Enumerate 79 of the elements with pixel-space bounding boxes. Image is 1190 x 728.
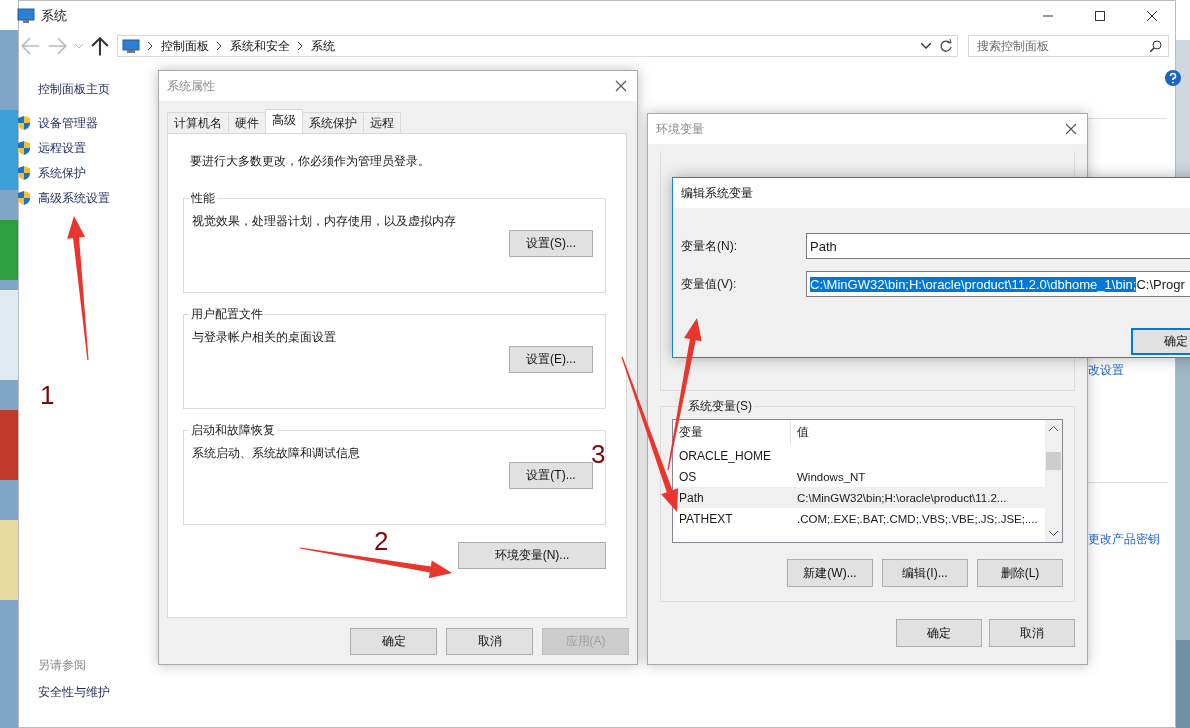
notice-text: 要进行大多数更改，你必须作为管理员登录。	[190, 153, 431, 170]
variable-value: C:\MinGW32\bin;H:\oracle\product\11.2...	[796, 491, 1007, 504]
chevron-icon	[297, 42, 303, 50]
chevron-icon	[147, 42, 153, 50]
dialog-title: 环境变量	[656, 120, 704, 138]
sidebar-link[interactable]: 控制面板主页	[38, 81, 110, 98]
action-button[interactable]: 编辑(I)...	[882, 559, 968, 587]
computer-icon	[17, 8, 35, 24]
name-field[interactable]: Path	[806, 233, 1190, 259]
action-button[interactable]: 新建(W)...	[787, 559, 873, 587]
list-row[interactable]: PATHEXT .COM;.EXE;.BAT;.CMD;.VBS;.VBE;.JS;.JSE;....	[673, 508, 1045, 529]
search-field[interactable]: 搜索控制面板	[967, 35, 1169, 57]
dialog-title: 编辑系统变量	[681, 184, 753, 202]
group-description: 视觉效果，处理器计划，内存使用，以及虚拟内存	[192, 213, 457, 230]
list-row[interactable]: ORACLE_HOME	[673, 445, 1045, 466]
window-title: 系统	[41, 7, 67, 25]
environment-variables-button[interactable]: 环境变量(N)...	[458, 542, 606, 569]
scroll-up-icon[interactable]	[1049, 426, 1058, 431]
step-number: 3	[591, 439, 606, 470]
chevron-icon	[216, 42, 222, 50]
dialog-button[interactable]: 取消	[989, 619, 1075, 647]
variable-name: Path	[678, 490, 705, 505]
sidebar-link[interactable]: 设备管理器	[38, 114, 98, 132]
scrollbar[interactable]	[1045, 420, 1062, 542]
list-row[interactable]: Path C:\MinGW32\bin;H:\oracle\product\11.2...	[673, 487, 1045, 508]
dropdown-caret-icon[interactable]	[920, 43, 931, 49]
breadcrumb-item[interactable]: 系统	[310, 37, 335, 55]
settings-button[interactable]: 设置(E)...	[509, 346, 593, 373]
group-title: 启动和故障恢复	[190, 422, 276, 439]
variable-name: PATHEXT	[678, 511, 734, 526]
refresh-icon[interactable]	[938, 39, 953, 53]
section-heading: 另请参阅	[38, 657, 87, 674]
variable-value: .COM;.EXE;.BAT;.CMD;.VBS;.VBE;.JS;.JSE;....	[796, 512, 1038, 525]
list-row[interactable]: OS Windows_NT	[673, 466, 1045, 487]
scrollbar-thumb[interactable]	[1046, 452, 1061, 470]
group-description: 与登录帐户相关的桌面设置	[192, 329, 337, 346]
value-field[interactable]: C:\MinGW32\bin;H:\oracle\product\11.2.0\dbhome_1\bin;C:\Progr	[806, 271, 1190, 297]
address-bar[interactable]: 控制面板 系统和安全 系统	[116, 35, 958, 57]
sidebar-link[interactable]: 安全性与维护	[38, 684, 179, 701]
dialog-button[interactable]: 取消	[446, 628, 533, 655]
scroll-down-icon[interactable]	[1049, 531, 1058, 536]
close-icon[interactable]	[615, 80, 627, 92]
ok-button[interactable]: 确定	[1131, 328, 1190, 355]
dialog-button[interactable]: 确定	[896, 619, 982, 647]
shield-icon	[16, 140, 32, 156]
variable-name: OS	[678, 469, 698, 484]
breadcrumb-item[interactable]: 控制面板	[160, 37, 209, 55]
shield-icon	[16, 115, 32, 131]
tab[interactable]: 计算机名	[167, 112, 229, 133]
computer-icon	[121, 38, 140, 54]
column-header[interactable]: 值	[791, 425, 809, 440]
product-key-link[interactable]: 更改产品密钥	[1088, 531, 1175, 548]
field-label: 变量值(V):	[681, 275, 738, 293]
variable-name: ORACLE_HOME	[678, 448, 773, 463]
dialog-title: 系统属性	[167, 77, 215, 95]
step-number: 1	[40, 380, 55, 411]
dialog-button[interactable]: 确定	[350, 628, 437, 655]
close-icon[interactable]	[1065, 123, 1077, 135]
sidebar-link[interactable]: 远程设置	[38, 139, 86, 157]
tab[interactable]: 高级	[265, 109, 303, 133]
breadcrumb-item[interactable]: 系统和安全	[229, 37, 290, 55]
settings-button[interactable]: 设置(T)...	[509, 462, 593, 489]
tab[interactable]: 远程	[363, 112, 401, 133]
settings-button[interactable]: 设置(S)...	[509, 230, 593, 257]
variable-value: Windows_NT	[796, 470, 866, 483]
field-label: 变量名(N):	[681, 237, 738, 255]
group-title: 性能	[190, 190, 216, 207]
sidebar-link[interactable]: 高级系统设置	[38, 189, 110, 207]
sidebar-link[interactable]: 系统保护	[38, 164, 86, 182]
search-icon[interactable]	[1150, 40, 1162, 52]
group-description: 系统启动、系统故障和调试信息	[192, 445, 361, 462]
action-button[interactable]: 删除(L)	[977, 559, 1063, 587]
settings-link[interactable]: 改设置	[1088, 362, 1175, 379]
shield-icon	[16, 165, 32, 181]
group-title: 用户配置文件	[190, 306, 264, 323]
group-title: 系统变量(S)	[687, 398, 753, 415]
step-number: 2	[374, 526, 389, 557]
help-icon[interactable]	[1165, 70, 1181, 86]
shield-icon	[16, 190, 32, 206]
